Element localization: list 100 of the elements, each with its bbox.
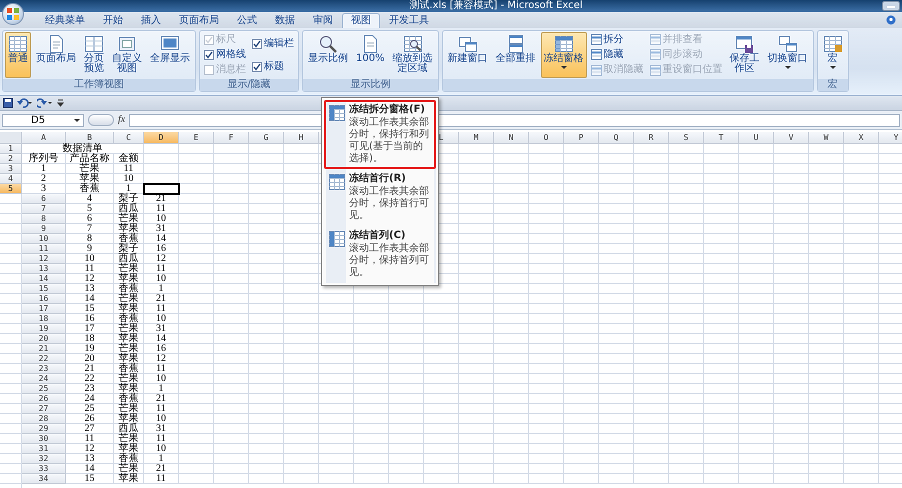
column-header[interactable]: W: [809, 132, 844, 144]
row-header[interactable]: 4: [0, 174, 22, 184]
column-header[interactable]: B: [66, 132, 114, 144]
active-cell[interactable]: [143, 183, 180, 195]
column-header[interactable]: Q: [599, 132, 634, 144]
row-header[interactable]: 21: [22, 344, 66, 354]
column-header[interactable]: Y: [879, 132, 902, 144]
redo-icon[interactable]: [37, 98, 53, 108]
row-header[interactable]: 28: [22, 414, 66, 424]
ribbon-button[interactable]: 保存工作区: [726, 32, 763, 78]
column-header[interactable]: E: [179, 132, 214, 144]
row-header[interactable]: 13: [22, 264, 66, 274]
row-header[interactable]: 32: [22, 454, 66, 464]
ribbon-tab[interactable]: 视图: [342, 13, 380, 28]
row-header[interactable]: 14: [22, 274, 66, 284]
table-cell: 16: [66, 314, 114, 324]
row-header[interactable]: 29: [22, 424, 66, 434]
ribbon-tab[interactable]: 公式: [228, 13, 266, 28]
ribbon-button[interactable]: 显示比例: [305, 32, 351, 78]
ribbon-button[interactable]: 缩放到选定区域: [390, 32, 436, 78]
column-header[interactable]: A: [22, 132, 66, 144]
minimize-button[interactable]: [882, 1, 900, 11]
column-header[interactable]: H: [284, 132, 319, 144]
row-header[interactable]: 31: [22, 444, 66, 454]
help-icon[interactable]: [886, 15, 896, 25]
ribbon-button[interactable]: 分页预览: [81, 32, 107, 78]
checkbox[interactable]: 网格线: [204, 48, 246, 61]
row-header[interactable]: 27: [22, 404, 66, 414]
column-header[interactable]: D: [144, 132, 179, 144]
ribbon-tab[interactable]: 开始: [94, 13, 132, 28]
ribbon-button[interactable]: 自定义视图: [109, 32, 145, 78]
ribbon-command[interactable]: 拆分: [590, 34, 644, 46]
ribbon-button[interactable]: 全部重排: [492, 32, 539, 78]
insert-function-button[interactable]: fx: [118, 114, 126, 126]
save-icon[interactable]: [3, 98, 13, 108]
menu-item[interactable]: 冻结首列(C) 滚动工作表其余部分时，保持首列可见。: [324, 226, 436, 283]
row-header[interactable]: 9: [22, 224, 66, 234]
row-header[interactable]: 5: [0, 184, 22, 194]
ribbon-button[interactable]: 100%: [353, 32, 388, 78]
column-header[interactable]: U: [739, 132, 774, 144]
column-header[interactable]: P: [564, 132, 599, 144]
ribbon-button[interactable]: 冻结窗格: [540, 32, 587, 78]
row-header[interactable]: 8: [22, 214, 66, 224]
customize-icon[interactable]: [57, 99, 64, 107]
row-header[interactable]: 19: [22, 324, 66, 334]
caret-icon: [73, 117, 81, 123]
row-header[interactable]: 30: [22, 434, 66, 444]
column-header[interactable]: X: [844, 132, 879, 144]
menu-item[interactable]: 冻结拆分窗格(F) 滚动工作表其余部分时，保持行和列可见(基于当前的选择)。: [324, 100, 436, 169]
name-box[interactable]: D5: [2, 114, 84, 126]
column-header[interactable]: O: [529, 132, 564, 144]
column-header[interactable]: N: [494, 132, 529, 144]
checkbox[interactable]: 编辑栏: [252, 38, 294, 50]
checkbox[interactable]: 标题: [252, 60, 294, 72]
row-header[interactable]: 2: [0, 154, 22, 164]
table-cell: 21: [144, 294, 179, 304]
row-header[interactable]: 20: [22, 334, 66, 344]
undo-icon[interactable]: [17, 98, 33, 108]
ribbon-tab[interactable]: 数据: [266, 13, 304, 28]
ribbon-button[interactable]: 普通: [5, 32, 31, 78]
row-header[interactable]: 16: [22, 294, 66, 304]
column-header[interactable]: R: [634, 132, 669, 144]
row-header[interactable]: 24: [22, 374, 66, 384]
ribbon-tab[interactable]: 经典菜单: [36, 13, 94, 28]
row-header[interactable]: 12: [22, 254, 66, 264]
ribbon-button[interactable]: 页面布局: [33, 32, 79, 78]
column-header[interactable]: S: [669, 132, 704, 144]
column-header[interactable]: M: [459, 132, 494, 144]
row-header[interactable]: 7: [22, 204, 66, 214]
row-header[interactable]: 6: [22, 194, 66, 204]
menu-item[interactable]: 冻结首行(R) 滚动工作表其余部分时，保持首行可见。: [324, 169, 436, 226]
ribbon-button[interactable]: 全屏显示: [147, 32, 193, 78]
table-cell: 14: [144, 334, 179, 344]
ribbon-tab[interactable]: 页面布局: [170, 13, 228, 28]
ribbon-button[interactable]: 切换窗口: [764, 32, 811, 78]
column-header[interactable]: C: [114, 132, 144, 144]
ribbon-tab[interactable]: 开发工具: [380, 13, 438, 28]
row-header[interactable]: 26: [22, 394, 66, 404]
column-header[interactable]: T: [704, 132, 739, 144]
row-header[interactable]: 22: [22, 354, 66, 364]
column-header[interactable]: V: [774, 132, 809, 144]
column-header[interactable]: G: [249, 132, 284, 144]
check-icon: [253, 40, 261, 48]
row-header[interactable]: 1: [0, 144, 22, 154]
row-header[interactable]: 3: [0, 164, 22, 174]
ribbon-button[interactable]: 新建窗口: [444, 32, 491, 78]
ribbon-tab[interactable]: 审阅: [304, 13, 342, 28]
ribbon-command[interactable]: 隐藏: [590, 48, 644, 61]
row-header[interactable]: 25: [22, 384, 66, 394]
row-header[interactable]: 23: [22, 364, 66, 374]
row-header[interactable]: 18: [22, 314, 66, 324]
row-header[interactable]: 34: [22, 474, 66, 484]
column-header[interactable]: F: [214, 132, 249, 144]
row-header[interactable]: 15: [22, 284, 66, 294]
ribbon-button[interactable]: 宏: [820, 32, 846, 78]
ribbon-tab[interactable]: 插入: [132, 13, 170, 28]
row-header[interactable]: 10: [22, 234, 66, 244]
row-header[interactable]: 11: [22, 244, 66, 254]
row-header[interactable]: 33: [22, 464, 66, 474]
row-header[interactable]: 17: [22, 304, 66, 314]
